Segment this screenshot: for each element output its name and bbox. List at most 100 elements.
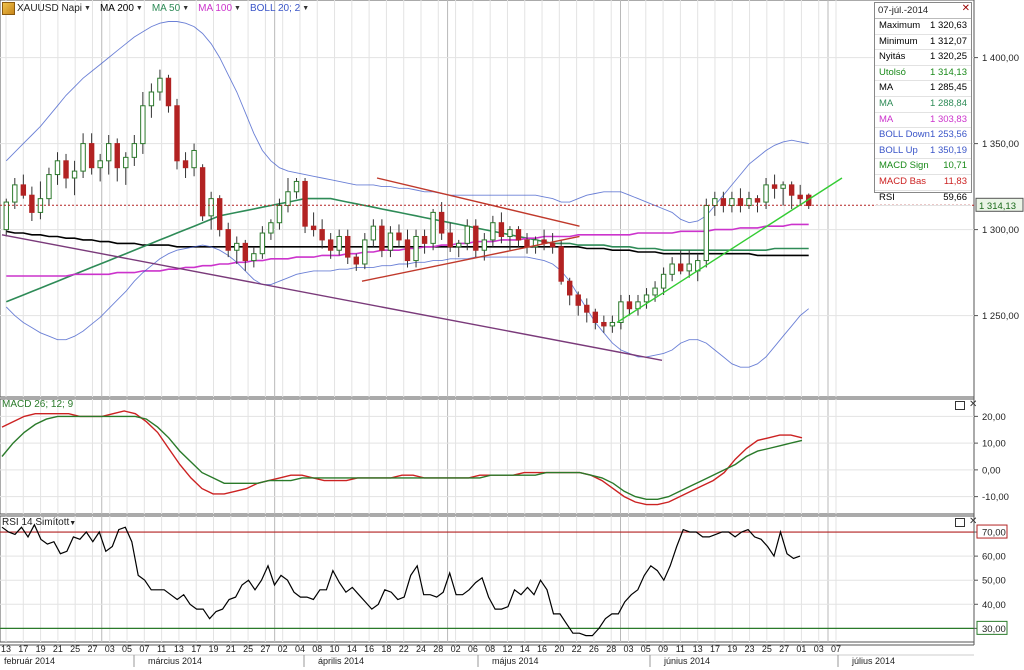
x-month-label: június 2014 bbox=[663, 656, 710, 666]
x-month-label: február 2014 bbox=[4, 656, 55, 666]
x-tick-label: 08 bbox=[312, 644, 322, 654]
x-tick-label: 26 bbox=[589, 644, 599, 654]
info-row: Maximum 1 320,63 bbox=[875, 19, 971, 35]
info-row-label: MA bbox=[879, 97, 894, 109]
x-tick-label: 18 bbox=[381, 644, 391, 654]
candle-down bbox=[584, 304, 590, 313]
candle-down bbox=[515, 229, 522, 241]
info-row-value: 1 288,84 bbox=[930, 97, 967, 109]
maximize-panel-icon[interactable] bbox=[955, 518, 965, 527]
candle-down bbox=[524, 239, 530, 248]
x-tick-label: 01 bbox=[796, 644, 806, 654]
candle-up bbox=[293, 180, 300, 193]
candle-down bbox=[737, 198, 744, 207]
info-row-label: MA bbox=[879, 113, 894, 125]
candle-down bbox=[601, 321, 607, 327]
info-row-label: Minimum bbox=[879, 35, 918, 47]
legend-symbol[interactable]: XAUUSD Napi ▼ bbox=[2, 2, 91, 15]
chart-legend: XAUUSD Napi ▼ MA 200 ▼ MA 50 ▼ MA 100 ▼ … bbox=[2, 2, 309, 15]
candle-up bbox=[234, 242, 240, 251]
candle-up bbox=[123, 156, 129, 169]
x-month-label: április 2014 bbox=[318, 656, 364, 666]
y-tick-label: -10,00 bbox=[982, 492, 1009, 503]
close-icon[interactable]: ✕ bbox=[962, 3, 970, 14]
x-tick-label: 21 bbox=[53, 644, 63, 654]
candle-up bbox=[251, 253, 257, 262]
legend-ma100[interactable]: MA 100 ▼ bbox=[198, 3, 241, 14]
candle-down bbox=[165, 77, 172, 107]
candle-up bbox=[106, 143, 112, 162]
last-price-label: 1 314,13 bbox=[979, 201, 1016, 212]
x-tick-label: 17 bbox=[710, 644, 720, 654]
x-tick-label: 17 bbox=[18, 644, 28, 654]
x-tick-label: 09 bbox=[658, 644, 668, 654]
candle-down bbox=[592, 311, 599, 323]
candle-down bbox=[114, 143, 120, 169]
candle-up bbox=[686, 263, 692, 272]
rsi-label[interactable]: RSI 14 Simított▼ bbox=[2, 517, 76, 528]
x-tick-label: 08 bbox=[485, 644, 495, 654]
candle-up bbox=[80, 143, 86, 172]
candle-up bbox=[370, 225, 377, 241]
legend-boll[interactable]: BOLL 20; 2 ▼ bbox=[250, 3, 309, 14]
candle-down bbox=[771, 184, 778, 189]
candle-down bbox=[421, 235, 428, 244]
candle-up bbox=[490, 222, 496, 241]
x-tick-label: 20 bbox=[554, 644, 564, 654]
info-row-label: BOLL Down bbox=[879, 129, 930, 141]
candle-up bbox=[387, 232, 394, 251]
chevron-down-icon: ▼ bbox=[69, 520, 77, 527]
candle-down bbox=[174, 105, 180, 162]
maximize-panel-icon[interactable] bbox=[955, 401, 965, 410]
x-tick-label: 14 bbox=[520, 644, 530, 654]
candle-up bbox=[712, 198, 718, 207]
y-tick-label: 0,00 bbox=[982, 465, 1001, 476]
info-row-value: 1 303,83 bbox=[930, 113, 967, 125]
close-panel-icon[interactable]: ✕ bbox=[969, 400, 977, 410]
y-tick-label: 1 250,00 bbox=[982, 311, 1019, 322]
info-row-value: 1 285,45 bbox=[930, 82, 967, 94]
x-tick-label: 07 bbox=[139, 644, 149, 654]
x-tick-label: 06 bbox=[468, 644, 478, 654]
y-tick-label: 10,00 bbox=[982, 439, 1006, 450]
info-row: BOLL Down 1 253,56 bbox=[875, 128, 971, 144]
candle-down bbox=[88, 143, 95, 169]
candle-up bbox=[703, 205, 709, 262]
candle-up bbox=[780, 184, 786, 189]
y-tick-label: 1 350,00 bbox=[982, 139, 1019, 150]
macd-label[interactable]: MACD 26; 12; 9 bbox=[2, 399, 73, 410]
info-row-label: Maximum bbox=[879, 20, 921, 31]
close-panel-icon[interactable]: ✕ bbox=[969, 517, 977, 527]
info-row: RSI 59,66 bbox=[875, 191, 971, 207]
candle-down bbox=[754, 198, 761, 203]
info-row-value: 1 320,63 bbox=[930, 20, 967, 31]
candle-down bbox=[63, 160, 69, 179]
x-tick-label: 13 bbox=[693, 644, 703, 654]
candle-up bbox=[481, 239, 488, 251]
x-tick-label: 19 bbox=[36, 644, 46, 654]
candle-up bbox=[71, 170, 78, 179]
x-tick-label: 25 bbox=[762, 644, 772, 654]
candle-down bbox=[788, 184, 795, 196]
info-row-label: RSI bbox=[879, 191, 895, 203]
info-row-value: 1 314,13 bbox=[930, 66, 967, 78]
x-tick-label: 24 bbox=[416, 644, 426, 654]
candle-up bbox=[208, 198, 214, 217]
y-tick-label: 70,00 bbox=[982, 528, 1006, 539]
legend-ma200[interactable]: MA 200 ▼ bbox=[100, 3, 143, 14]
legend-ma50[interactable]: MA 50 ▼ bbox=[152, 3, 189, 14]
axis-background bbox=[974, 0, 1024, 667]
candle-down bbox=[345, 235, 351, 258]
candle-down bbox=[319, 229, 325, 241]
candle-down bbox=[379, 225, 385, 251]
info-row-label: Utolsó bbox=[879, 66, 906, 78]
candle-up bbox=[148, 91, 155, 107]
x-tick-label: 27 bbox=[779, 644, 789, 654]
candle-up bbox=[12, 184, 18, 203]
x-tick-label: 27 bbox=[87, 644, 97, 654]
info-row: MA 1 303,83 bbox=[875, 113, 971, 129]
y-tick-label: 50,00 bbox=[982, 576, 1006, 587]
candle-up bbox=[660, 273, 667, 289]
candle-down bbox=[447, 232, 453, 248]
candle-up bbox=[464, 225, 470, 244]
